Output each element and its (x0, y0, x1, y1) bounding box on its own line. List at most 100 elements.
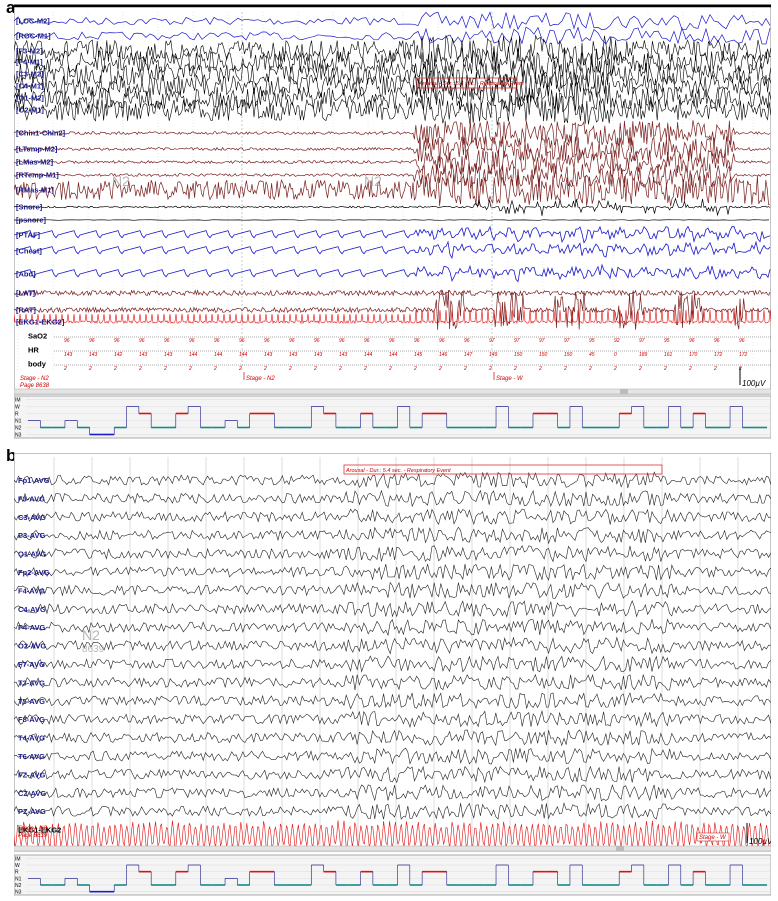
hr-value: 144 (189, 352, 198, 358)
channel-label[interactable]: HR (28, 346, 39, 355)
channel-label[interactable]: P3-AVG (18, 531, 46, 540)
channel-label[interactable]: [C4-M1] (16, 82, 44, 91)
channel-label[interactable]: CZ-AVG (18, 789, 46, 798)
hr-value: 146 (439, 352, 448, 358)
sao2-value: 96 (289, 338, 295, 344)
hr-value: 145 (414, 352, 423, 358)
channel-label[interactable]: [O1-M2] (16, 94, 44, 103)
panel-b-hypnogram[interactable]: IMWRN1N2N3 (14, 854, 771, 896)
hr-value: 144 (214, 352, 223, 358)
channel-label[interactable]: [EKG1-EKG2] (16, 318, 65, 327)
hypnogram-level-label: N2 (15, 426, 22, 432)
channel-label[interactable]: T4-AVG (18, 734, 45, 743)
panel-a-page-left: Page 8638 (20, 383, 50, 389)
hr-value: 45 (589, 352, 595, 358)
hr-value: 189 (639, 352, 648, 358)
hypnogram-level-label: N1 (15, 876, 22, 882)
hypnogram-level-label: N3 (15, 890, 22, 896)
sao2-value: 96 (264, 338, 270, 344)
channel-label[interactable]: [Chest] (16, 247, 42, 256)
channel-label[interactable]: body (28, 360, 47, 369)
panel-a-stage-right: Stage - W (496, 376, 524, 382)
channel-label[interactable]: [ROC-M1] (16, 32, 51, 41)
sao2-value: 97 (564, 338, 570, 344)
channel-label[interactable]: F3-AVG (18, 494, 45, 503)
channel-label[interactable]: [LAT] (16, 289, 36, 298)
sao2-value: 96 (739, 338, 745, 344)
channel-label[interactable]: [LOC-M2] (16, 17, 50, 26)
channel-label[interactable]: [LTemp-M2] (16, 145, 58, 154)
hypnogram-level-label: N1 (15, 419, 22, 425)
channel-label[interactable]: F4-AVG (18, 586, 45, 595)
channel-label[interactable]: T6-AVG (18, 752, 45, 761)
body-value: 2 (513, 366, 517, 372)
body-value: 2 (338, 366, 342, 372)
panel-b-scrollbar-thumb[interactable] (616, 846, 624, 851)
sao2-value: 96 (439, 338, 445, 344)
sao2-value: 97 (639, 338, 645, 344)
channel-label[interactable]: Fp1-AVG (18, 476, 50, 485)
body-value: 2 (88, 366, 92, 372)
channel-label[interactable]: C3-AVG (18, 513, 46, 522)
channel-label[interactable]: [O2-M1] (16, 106, 44, 115)
channel-label[interactable]: [psnore] (16, 216, 47, 225)
channel-label[interactable]: T5-AVG (18, 697, 45, 706)
panel-a-scale-label: 100µV (742, 379, 766, 388)
channel-label[interactable]: [RMas-M1] (16, 186, 54, 195)
channel-label[interactable]: [Chin1-Chin2] (16, 129, 66, 138)
channel-label[interactable]: [RAT] (16, 306, 36, 315)
sao2-value: 96 (214, 338, 220, 344)
sao2-value: 96 (239, 338, 245, 344)
channel-label[interactable]: F8-AVG (18, 715, 45, 724)
channel-label[interactable]: [RTemp-M1] (16, 171, 59, 180)
body-value: 2 (163, 366, 167, 372)
panel-a-annotation-text: Arousal - Dur.: 5.4 sec. - Respiratory E… (418, 81, 524, 87)
panel-a-scrollbar-thumb[interactable] (620, 389, 628, 394)
hr-value: 147 (464, 352, 473, 358)
hr-value: 150 (539, 352, 548, 358)
panel-b-trace-area (14, 453, 771, 852)
channel-label[interactable]: F7-AVG (18, 660, 45, 669)
channel-label[interactable]: T3-AVG (18, 678, 45, 687)
channel-label[interactable]: O1-AVG (18, 550, 46, 559)
sao2-value: 96 (714, 338, 720, 344)
channel-label[interactable]: O2-AVG (18, 642, 46, 651)
sao2-value: 96 (114, 338, 120, 344)
hr-value: 144 (239, 352, 248, 358)
body-value: 2 (313, 366, 317, 372)
channel-label[interactable]: SaO2 (28, 332, 47, 341)
sao2-value: 95 (664, 338, 670, 344)
channel-label[interactable]: C4-AVG (18, 605, 46, 614)
channel-label[interactable]: P4-AVG (18, 623, 46, 632)
panel-a-viewer[interactable]: [LOC-M2] [ROC-M1] [F3-M2] [F4-M1] [C3-M2] [C4… (14, 4, 771, 440)
hr-value: 172 (739, 352, 748, 358)
body-value: 2 (688, 366, 692, 372)
hr-value: 143 (89, 352, 98, 358)
channel-label[interactable]: [C3-M2] (16, 70, 44, 79)
channel-label[interactable]: [F3-M2] (16, 47, 43, 56)
channel-label[interactable]: [LMas-M2] (16, 158, 54, 167)
body-value: 2 (463, 366, 467, 372)
panel-a-scrollbar[interactable] (14, 388, 771, 395)
body-value: 2 (488, 366, 492, 372)
channel-label[interactable]: [Abd] (16, 270, 36, 279)
channel-label[interactable]: [PTAF] (16, 231, 41, 240)
channel-label[interactable]: FZ-AVG (18, 770, 46, 779)
sao2-value: 97 (489, 338, 495, 344)
hypnogram-level-label: N3 (15, 433, 22, 439)
panel-a-hypnogram[interactable]: IMWRN1N2N3 (14, 395, 771, 439)
channel-label[interactable]: [Snore] (16, 203, 43, 212)
panel-b-scrollbar[interactable] (14, 845, 771, 852)
body-value: 2 (363, 366, 367, 372)
panel-a-watermark-left: N2 (112, 173, 130, 189)
channel-label[interactable]: [F4-M1] (16, 58, 43, 67)
hypnogram-level-label: N2 (15, 883, 22, 889)
sao2-value: 95 (589, 338, 595, 344)
channel-label[interactable]: PZ-AVG (18, 807, 46, 816)
body-value: 2 (663, 366, 667, 372)
body-value: 2 (138, 366, 142, 372)
panel-b-viewer[interactable]: Fp1-AVG F3-AVG C3-AVG P3-AVG O1-AVG Fp2-AVG F4… (14, 453, 771, 897)
panel-b-stage-left: Stage - N2 (18, 826, 47, 832)
sao2-value: 96 (464, 338, 470, 344)
channel-label[interactable]: Fp2-AVG (18, 568, 50, 577)
